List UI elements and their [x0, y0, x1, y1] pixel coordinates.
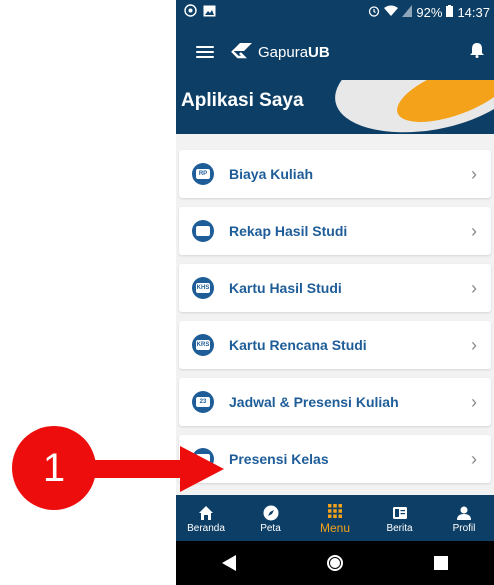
- recent-apps-button[interactable]: [421, 548, 461, 578]
- nav-profil[interactable]: Profil: [434, 503, 494, 534]
- page-title: Aplikasi Saya: [181, 90, 304, 111]
- chevron-right-icon: ›: [471, 334, 477, 355]
- menu-item-jadwal-presensi-kuliah[interactable]: 23 Jadwal & Presensi Kuliah ›: [179, 378, 491, 426]
- menu-item-label: Kartu Rencana Studi: [229, 337, 367, 353]
- battery-percent: 92%: [416, 4, 443, 20]
- compass-icon: [263, 503, 279, 523]
- home-button[interactable]: [315, 548, 355, 578]
- menu-item-biaya-kuliah[interactable]: RP Biaya Kuliah ›: [179, 150, 491, 198]
- news-icon: [392, 503, 407, 523]
- menu-item-label: Kartu Hasil Studi: [229, 280, 342, 296]
- chevron-right-icon: ›: [471, 448, 477, 469]
- home-icon: [199, 503, 213, 523]
- nav-peta[interactable]: Peta: [241, 503, 301, 534]
- hamburger-menu-icon[interactable]: [196, 46, 214, 58]
- profile-icon: [457, 503, 471, 523]
- calendar-icon: 23: [192, 391, 214, 413]
- page-banner: Aplikasi Saya: [176, 80, 494, 134]
- gapura-logo-icon: [230, 41, 254, 63]
- alarm-icon: [368, 5, 380, 20]
- image-icon: [203, 5, 216, 20]
- chevron-right-icon: ›: [471, 220, 477, 241]
- app-bar: GapuraUB: [176, 24, 494, 80]
- phone-screen: 92% 14:37 GapuraUB Aplikasi Saya RP Biay…: [176, 0, 494, 585]
- wifi-icon: [384, 5, 399, 20]
- app-name: GapuraUB: [258, 43, 330, 61]
- nav-menu[interactable]: Menu: [305, 501, 365, 535]
- chevron-right-icon: ›: [471, 391, 477, 412]
- money-icon: RP: [192, 163, 214, 185]
- menu-item-label: Biaya Kuliah: [229, 166, 314, 182]
- menu-item-kartu-rencana-studi[interactable]: KRS Kartu Rencana Studi ›: [179, 321, 491, 369]
- menu-item-presensi-kelas[interactable]: Presensi Kelas ›: [179, 435, 491, 483]
- app-logo: GapuraUB: [230, 41, 330, 63]
- battery-icon: [446, 4, 454, 20]
- system-navigation-bar: [176, 541, 494, 585]
- app-menu-list: RP Biaya Kuliah › Rekap Hasil Studi › KH…: [179, 150, 491, 492]
- nav-beranda[interactable]: Beranda: [176, 503, 236, 534]
- menu-item-label: Presensi Kelas: [229, 451, 329, 467]
- clock-time: 14:37: [457, 4, 490, 20]
- menu-item-rekap-hasil-studi[interactable]: Rekap Hasil Studi ›: [179, 207, 491, 255]
- chevron-right-icon: ›: [471, 277, 477, 298]
- chevron-right-icon: ›: [471, 163, 477, 184]
- nav-berita[interactable]: Berita: [370, 503, 430, 534]
- notification-bell-icon[interactable]: [470, 42, 484, 63]
- signal-icon: [402, 4, 413, 20]
- menu-item-kartu-hasil-studi[interactable]: KHS Kartu Hasil Studi ›: [179, 264, 491, 312]
- khs-card-icon: KHS: [192, 277, 214, 299]
- whatsapp-icon: [184, 4, 197, 20]
- back-button[interactable]: [209, 548, 249, 578]
- report-icon: [192, 220, 214, 242]
- status-bar: 92% 14:37: [176, 0, 494, 24]
- step-marker: 1: [12, 426, 96, 510]
- grid-icon: [328, 501, 342, 521]
- menu-item-label: Jadwal & Presensi Kuliah: [229, 394, 399, 410]
- bottom-navigation: Beranda Peta Menu Berita Profil: [176, 495, 494, 541]
- menu-item-label: Rekap Hasil Studi: [229, 223, 348, 239]
- krs-card-icon: KRS: [192, 334, 214, 356]
- annotation-arrow-icon: [88, 446, 224, 497]
